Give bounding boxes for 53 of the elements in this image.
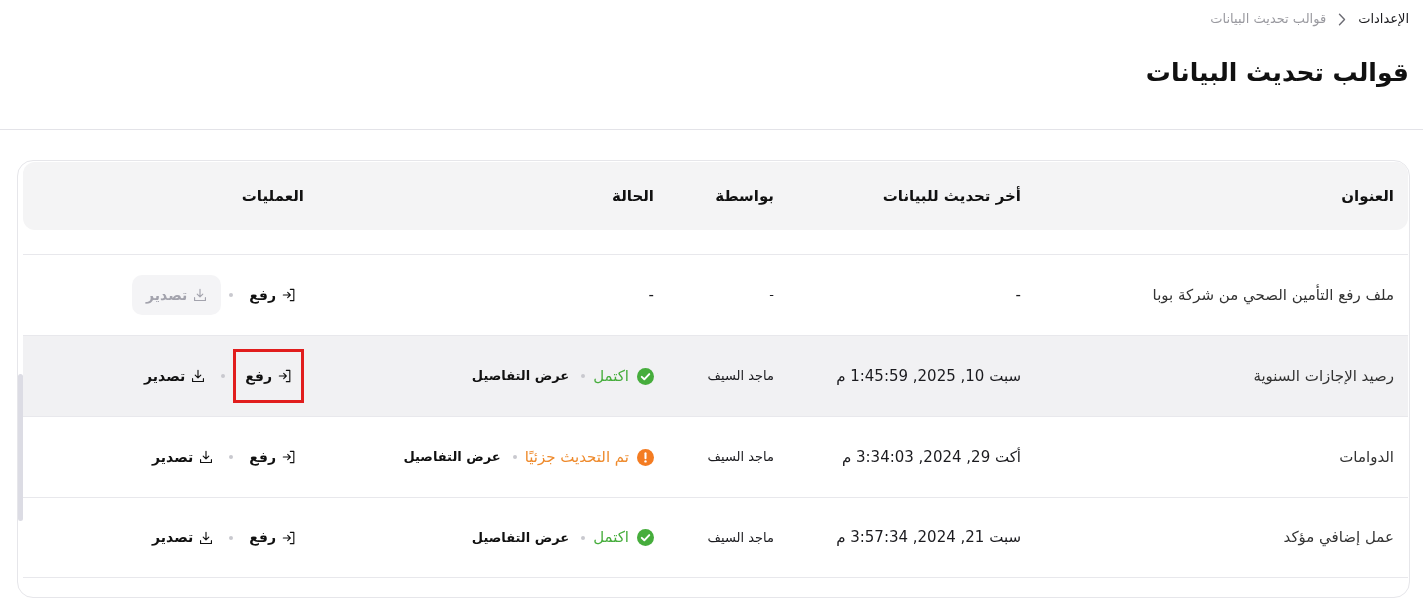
chevron-icon <box>1338 12 1347 26</box>
arrow-into-bracket-icon <box>282 288 296 302</box>
separator-dot-icon <box>229 535 234 540</box>
table-row[interactable]: عمل إضافي مؤكد سبت 21, 2024, 3:57:34 م ماجد السيف اكتمل عرض التفاصيل رفع تصدير <box>23 497 1408 578</box>
column-header: بواسطة <box>714 185 775 207</box>
column-header: أخر تحديث للبيانات <box>881 185 1022 207</box>
separator-dot-icon <box>581 535 586 540</box>
title-cell-text: ملف رفع التأمين الصحي من شركة بوبا <box>1151 283 1395 307</box>
arrow-into-bracket-icon <box>282 450 296 464</box>
user-cell-text: - <box>768 286 775 305</box>
status-label: - <box>648 284 654 306</box>
separator-dot-icon <box>221 374 226 378</box>
arrow-into-bracket-icon <box>282 530 296 545</box>
title-cell-text: رصيد الإجازات السنوية <box>1252 365 1395 387</box>
details-link[interactable]: عرض التفاصيل <box>403 447 501 467</box>
column-header: الحالة <box>611 185 655 207</box>
title-cell-text: الدوامات <box>1338 446 1395 468</box>
table-row[interactable]: رصيد الإجازات السنوية سبت 10, 2025, 1:45:59 م ماجد السيف اكتمل عرض التفاصيل رفع تصدير <box>23 335 1408 416</box>
date-cell-text: أكت 29, 2024, 3:34:03 م <box>840 446 1022 468</box>
export-button[interactable]: تصدير <box>144 437 222 477</box>
user-cell-text: ماجد السيف <box>706 528 775 547</box>
upload-button[interactable]: رفع <box>241 275 304 315</box>
date-cell-text: سبت 10, 2025, 1:45:59 م <box>835 365 1022 387</box>
user-cell-text: ماجد السيف <box>706 448 775 467</box>
status-label: تم التحديث جزئيًا <box>524 446 629 468</box>
column-header: العنوان <box>1340 185 1395 207</box>
details-link[interactable]: عرض التفاصيل <box>471 366 570 386</box>
date-cell-text: سبت 21, 2024, 3:57:34 م <box>835 527 1022 549</box>
status-label: اكتمل <box>593 527 629 549</box>
page-title: قوالب تحديث البيانات <box>1144 57 1409 89</box>
details-link[interactable]: عرض التفاصيل <box>471 527 570 548</box>
upload-button[interactable]: رفع <box>241 517 304 558</box>
scrollbar-thumb[interactable] <box>18 374 23 521</box>
separator-dot-icon <box>229 455 234 459</box>
export-button[interactable]: تصدير <box>144 517 222 558</box>
column-header: العمليات <box>240 185 305 207</box>
arrow-into-bracket-icon <box>278 369 292 383</box>
download-icon <box>193 288 208 302</box>
title-cell-text: عمل إضافي مؤكد <box>1282 527 1395 549</box>
separator-dot-icon <box>581 374 586 378</box>
download-icon <box>199 450 214 464</box>
export-button[interactable]: تصدير <box>136 356 214 396</box>
date-cell-text: - <box>1014 284 1022 306</box>
download-icon <box>191 369 206 383</box>
status-label: اكتمل <box>593 365 629 387</box>
separator-dot-icon <box>229 293 234 297</box>
breadcrumb-link[interactable]: الإعدادات <box>1358 9 1409 29</box>
upload-button[interactable]: رفع <box>241 437 304 477</box>
upload-button[interactable]: رفع <box>233 349 304 403</box>
download-icon <box>199 530 214 545</box>
user-cell-text: ماجد السيف <box>706 367 775 386</box>
breadcrumb-current: قوالب تحديث البيانات <box>1210 10 1327 29</box>
separator-dot-icon <box>512 455 517 459</box>
